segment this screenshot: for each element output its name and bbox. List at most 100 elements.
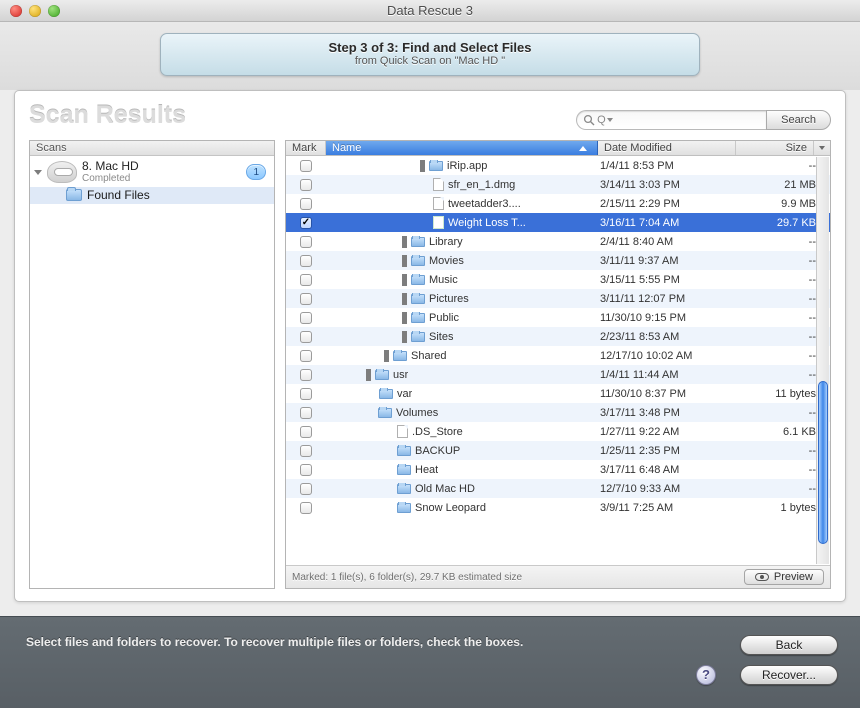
mark-checkbox[interactable] [286,350,326,362]
file-size: 9.9 MB [738,198,816,210]
mark-checkbox[interactable] [286,293,326,305]
disclosure-triangle-icon[interactable] [420,160,425,172]
table-row[interactable]: Shared12/17/10 10:02 AM-- [286,346,830,365]
mark-checkbox[interactable] [286,464,326,476]
mark-checkbox[interactable] [286,502,326,514]
table-row[interactable]: Pictures3/11/11 12:07 PM-- [286,289,830,308]
preview-button[interactable]: Preview [744,569,824,585]
disclosure-triangle-icon[interactable] [384,350,389,362]
table-row[interactable]: var11/30/10 8:37 PM11 bytes [286,384,830,403]
disclosure-triangle-icon[interactable] [34,170,42,175]
file-size: -- [738,350,816,362]
search-field[interactable]: Q [576,110,766,130]
name-cell: Library [326,236,600,248]
name-cell: sfr_en_1.dmg [326,178,600,191]
table-row[interactable]: .DS_Store1/27/11 9:22 AM6.1 KB [286,422,830,441]
file-name: Weight Loss T... [448,217,526,229]
table-row[interactable]: Library2/4/11 8:40 AM-- [286,232,830,251]
search-input[interactable] [614,114,766,126]
folder-icon [411,332,425,342]
file-name: Snow Leopard [415,502,486,514]
table-row[interactable]: Music3/15/11 5:55 PM-- [286,270,830,289]
checkbox-icon [300,160,312,172]
checkbox-icon [300,502,312,514]
checkbox-icon [300,407,312,419]
disclosure-triangle-icon[interactable] [366,407,374,419]
table-row[interactable]: iRip.app1/4/11 8:53 PM-- [286,156,830,175]
mark-checkbox[interactable] [286,331,326,343]
mark-checkbox[interactable] [286,407,326,419]
file-size: -- [738,483,816,495]
name-cell: Snow Leopard [326,502,600,514]
search-scope-dropdown-icon[interactable] [606,116,614,124]
mark-checkbox[interactable] [286,160,326,172]
table-row[interactable]: Snow Leopard3/9/11 7:25 AM1 bytes [286,498,830,517]
search-button[interactable]: Search [766,110,831,130]
table-row[interactable]: Old Mac HD12/7/10 9:33 AM-- [286,479,830,498]
table-row[interactable]: BACKUP1/25/11 2:35 PM-- [286,441,830,460]
scan-item[interactable]: 8. Mac HD Completed 1 [30,156,274,187]
column-name[interactable]: Name [326,141,598,155]
table-row[interactable]: usr1/4/11 11:44 AM-- [286,365,830,384]
folder-icon [397,465,411,475]
mark-checkbox[interactable] [286,445,326,457]
mark-checkbox[interactable] [286,274,326,286]
table-row[interactable]: Movies3/11/11 9:37 AM-- [286,251,830,270]
table-body: iRip.app1/4/11 8:53 PM--sfr_en_1.dmg3/14… [286,156,830,565]
footer: Select files and folders to recover. To … [0,616,860,708]
column-menu[interactable] [814,141,830,155]
mark-checkbox[interactable] [286,217,326,229]
mark-checkbox[interactable] [286,312,326,324]
found-files-item[interactable]: Found Files [30,187,274,204]
disclosure-triangle-icon[interactable] [402,274,407,286]
file-name: sfr_en_1.dmg [448,179,515,191]
mark-checkbox[interactable] [286,198,326,210]
mark-checkbox[interactable] [286,388,326,400]
checkbox-icon [300,426,312,438]
disclosure-triangle-icon[interactable] [402,236,407,248]
mark-checkbox[interactable] [286,179,326,191]
folder-icon [429,161,443,171]
file-size: 21 MB [738,179,816,191]
name-cell: Volumes [326,407,600,419]
mark-checkbox[interactable] [286,369,326,381]
mark-checkbox[interactable] [286,236,326,248]
checkbox-icon [300,198,312,210]
table-row[interactable]: Weight Loss T...3/16/11 7:04 AM29.7 KB [286,213,830,232]
file-size: -- [738,274,816,286]
table-row[interactable]: Heat3/17/11 6:48 AM-- [286,460,830,479]
date-modified: 3/11/11 9:37 AM [600,255,738,267]
date-modified: 12/7/10 9:33 AM [600,483,738,495]
disclosure-triangle-icon[interactable] [402,255,407,267]
table-row[interactable]: Volumes3/17/11 3:48 PM-- [286,403,830,422]
file-name: BACKUP [415,445,460,457]
disclosure-triangle-icon[interactable] [402,312,407,324]
disclosure-triangle-icon[interactable] [402,293,407,305]
file-name: Music [429,274,458,286]
column-size[interactable]: Size [736,141,814,155]
back-button[interactable]: Back [740,635,838,655]
table-row[interactable]: Public11/30/10 9:15 PM-- [286,308,830,327]
scrollbar-thumb[interactable] [818,381,828,544]
table-row[interactable]: tweetadder3....2/15/11 2:29 PM9.9 MB [286,194,830,213]
vertical-scrollbar[interactable] [816,157,829,564]
disclosure-triangle-icon[interactable] [366,369,371,381]
checkbox-icon [300,274,312,286]
file-icon [433,197,444,210]
recover-button[interactable]: Recover... [740,665,838,685]
table-row[interactable]: Sites2/23/11 8:53 AM-- [286,327,830,346]
column-mark[interactable]: Mark [286,141,326,155]
column-date[interactable]: Date Modified [598,141,736,155]
column-name-label: Name [332,142,361,154]
mark-checkbox[interactable] [286,483,326,495]
mark-checkbox[interactable] [286,426,326,438]
name-cell: iRip.app [326,160,600,172]
table-row[interactable]: sfr_en_1.dmg3/14/11 3:03 PM21 MB [286,175,830,194]
help-button[interactable]: ? [696,665,716,685]
file-name: Public [429,312,459,324]
file-name: var [397,388,412,400]
mark-checkbox[interactable] [286,255,326,267]
eye-icon [755,573,769,581]
table-header: Mark Name Date Modified Size [286,141,830,156]
disclosure-triangle-icon[interactable] [402,331,407,343]
